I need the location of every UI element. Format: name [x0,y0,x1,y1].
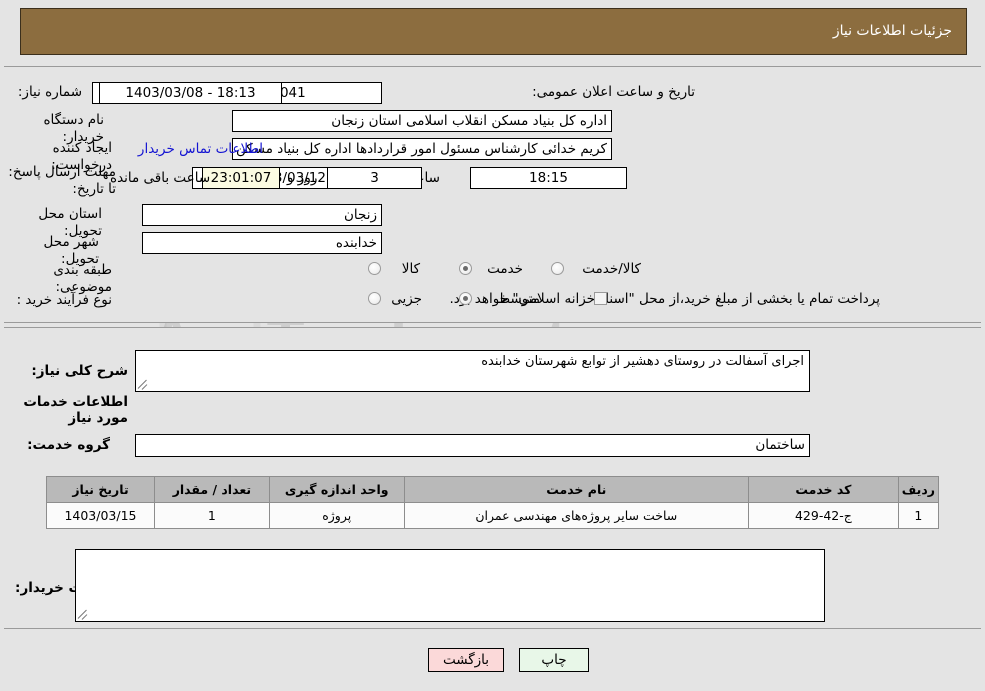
radio-category-kala-khedmat[interactable] [551,262,564,275]
buyer-org-value: اداره کل بنیاد مسکن انقلاب اسلامی استان … [232,110,612,132]
remaining-countdown-value: 23:01:07 [202,167,280,189]
table-row: 1 ج-42-429 ساخت سایر پروژه‌های مهندسی عم… [46,502,940,529]
cell-service-name: ساخت سایر پروژه‌های مهندسی عمران [403,502,749,529]
radio-category-kala-khedmat-label: کالا/خدمت [582,261,641,277]
deadline-label: مهلت ارسال پاسخ: تا تاریخ: [8,164,116,197]
creator-value: کریم خدائی کارشناس مسئول امور قراردادها … [232,138,612,160]
remaining-suffix-label: ساعت باقی مانده [110,170,211,186]
delivery-city-value: خدابنده [142,232,382,254]
radio-category-khedmat-label: خدمت [487,261,523,277]
th-unit: واحد اندازه گیری [268,476,405,503]
services-table: ردیف کد خدمت نام خدمت واحد اندازه گیری ت… [46,476,940,529]
radio-process-jozi[interactable] [368,292,381,305]
page-title: جزئیات اطلاعات نیاز [832,23,952,39]
th-need-date: تاریخ نیاز [46,476,155,503]
window-titlebar: جزئیات اطلاعات نیاز [20,8,967,55]
cell-service-code: ج-42-429 [747,502,899,529]
need-info-panel [4,66,981,323]
print-button[interactable]: چاپ [519,648,589,672]
radio-process-motavaset[interactable] [459,292,472,305]
delivery-province-value: زنجان [142,204,382,226]
treasury-checkbox[interactable] [594,292,607,305]
back-button[interactable]: بازگشت [428,648,504,672]
general-description-value: اجرای آسفالت در روستای دهشیر از توابع شه… [481,354,804,369]
radio-process-motavaset-label: متوسط [497,291,540,307]
cell-row-number: 1 [897,502,940,529]
th-row-number: ردیف [897,476,940,503]
service-group-label: گروه خدمت: [27,437,110,453]
page-root: AriaTender.net جزئیات اطلاعات نیاز شماره… [0,0,985,691]
buyer-contact-link[interactable]: اطلاعات تماس خریدار [138,141,263,157]
th-service-name: نام خدمت [403,476,749,503]
deadline-hour-value: 18:15 [470,167,627,189]
table-header-row: ردیف کد خدمت نام خدمت واحد اندازه گیری ت… [46,476,940,503]
service-group-value: ساختمان [135,434,810,457]
announce-date-value: 18:13 - 1403/03/08 [99,82,282,104]
remaining-days-label: روز و [287,170,318,186]
radio-category-khedmat[interactable] [459,262,472,275]
radio-category-kala[interactable] [368,262,381,275]
general-description-label: شرح کلی نیاز: [31,363,128,379]
resize-grip-icon-2[interactable] [77,608,90,620]
services-section-heading: اطلاعات خدمات مورد نیاز [23,394,128,426]
process-type-label: نوع فرآیند خرید : [16,292,112,308]
announce-date-label: تاریخ و ساعت اعلان عمومی: [532,84,695,100]
cell-unit: پروژه [268,502,405,529]
buyer-notes-textarea[interactable] [75,549,825,622]
th-service-code: کد خدمت [747,476,899,503]
general-description-textarea[interactable]: اجرای آسفالت در روستای دهشیر از توابع شه… [135,350,810,392]
need-number-label: شماره نیاز: [17,84,82,100]
radio-process-jozi-label: جزیی [391,291,422,307]
category-label: طبقه بندی موضوعی: [53,262,112,295]
radio-category-kala-label: کالا [401,261,420,277]
th-quantity: تعداد / مقدار [153,476,270,503]
remaining-days-value: 3 [327,167,422,189]
resize-grip-icon[interactable] [137,378,150,390]
cell-quantity: 1 [153,502,270,529]
cell-need-date: 1403/03/15 [46,502,155,529]
